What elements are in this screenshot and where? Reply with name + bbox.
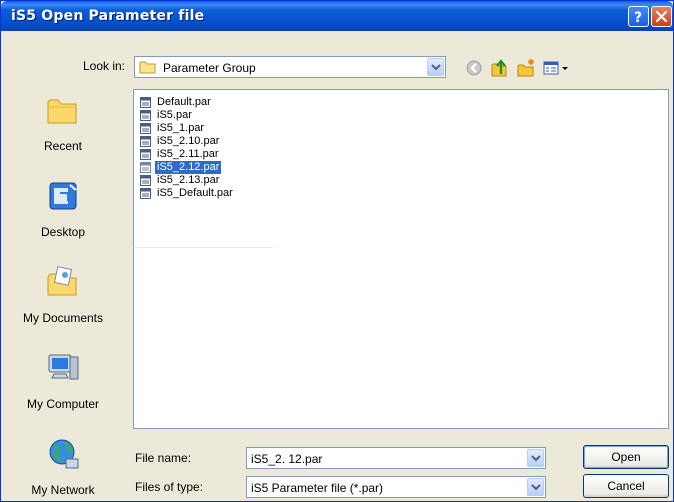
my-computer-icon — [48, 354, 79, 380]
look-in-dropdown[interactable]: Parameter Group — [134, 56, 446, 78]
new-folder-button[interactable] — [515, 57, 537, 79]
desktop-icon — [49, 182, 77, 210]
place-recent[interactable]: Recent — [9, 87, 117, 167]
back-icon — [466, 60, 482, 76]
svg-text:?: ? — [634, 10, 642, 24]
open-file-dialog: iS5 Open Parameter file ? Look in: Param… — [0, 0, 674, 502]
file-name: Default.par — [157, 96, 211, 108]
chevron-down-icon — [431, 64, 441, 71]
file-type-value: iS5 Parameter file (*.par) — [251, 481, 384, 495]
recent-folder-icon — [47, 99, 77, 124]
place-label: Recent — [43, 139, 83, 153]
file-name: iS5_2.11.par — [157, 148, 219, 160]
close-button[interactable] — [651, 6, 672, 27]
file-name: iS5.par — [157, 109, 192, 121]
list-column-divider — [135, 247, 273, 248]
up-folder-icon — [491, 59, 507, 77]
file-name-dropdown-button[interactable] — [527, 449, 544, 467]
par-file-icon — [140, 136, 151, 147]
file-name: iS5_Default.par — [157, 187, 233, 199]
file-name-value: iS5_2. 12.par — [251, 452, 323, 466]
file-name: iS5_2.12.par — [153, 160, 223, 175]
question-icon: ? — [634, 10, 642, 24]
par-file-icon — [140, 97, 151, 108]
par-file-icon — [140, 175, 151, 186]
look-in-dropdown-button[interactable] — [427, 58, 444, 76]
file-name: iS5_1.par — [157, 122, 205, 134]
file-name: iS5_2.13.par — [157, 174, 220, 186]
place-label: Desktop — [40, 225, 86, 239]
chevron-down-icon — [531, 455, 541, 462]
place-label: My Computer — [26, 397, 100, 411]
file-list[interactable]: Default.par iS5.par iS5_1.par iS5_2.10.p… — [133, 89, 669, 429]
help-button[interactable]: ? — [628, 6, 649, 27]
folder-icon — [139, 61, 156, 74]
file-name-combobox[interactable]: iS5_2. 12.par — [246, 447, 546, 469]
place-my-network[interactable]: My Network — [9, 431, 117, 502]
par-file-icon — [140, 110, 151, 121]
places-bar: Recent Desktop My Documents My Computer … — [1, 87, 125, 501]
file-type-dropdown[interactable]: iS5 Parameter file (*.par) — [246, 476, 546, 498]
place-my-computer[interactable]: My Computer — [9, 345, 117, 425]
view-menu-icon — [543, 61, 568, 75]
cancel-button[interactable]: Cancel — [583, 474, 669, 498]
my-network-icon — [49, 439, 79, 469]
par-file-icon — [140, 188, 151, 199]
back-button[interactable] — [463, 57, 485, 79]
up-folder-button[interactable] — [489, 57, 511, 79]
chevron-down-icon — [531, 484, 541, 491]
place-desktop[interactable]: Desktop — [9, 173, 117, 253]
par-file-icon — [140, 162, 151, 173]
place-label: My Network — [31, 483, 95, 497]
place-label: My Documents — [22, 311, 104, 325]
file-type-dropdown-button[interactable] — [527, 478, 544, 496]
look-in-label: Look in: — [82, 59, 125, 73]
par-file-icon — [140, 123, 151, 134]
view-menu-button[interactable] — [541, 57, 571, 79]
title-bar[interactable]: iS5 Open Parameter file ? — [1, 1, 673, 31]
par-file-icon — [140, 149, 151, 160]
file-name-label: File name: — [135, 451, 192, 465]
close-icon — [655, 10, 668, 23]
look-in-value: Parameter Group — [163, 61, 256, 75]
place-my-documents[interactable]: My Documents — [9, 259, 117, 339]
file-name: iS5_2.10.par — [157, 135, 220, 147]
open-button[interactable]: Open — [583, 445, 669, 469]
my-documents-icon — [47, 266, 77, 296]
new-folder-icon — [517, 59, 534, 77]
file-type-label: Files of type: — [135, 480, 204, 494]
window-title: iS5 Open Parameter file — [11, 8, 205, 24]
